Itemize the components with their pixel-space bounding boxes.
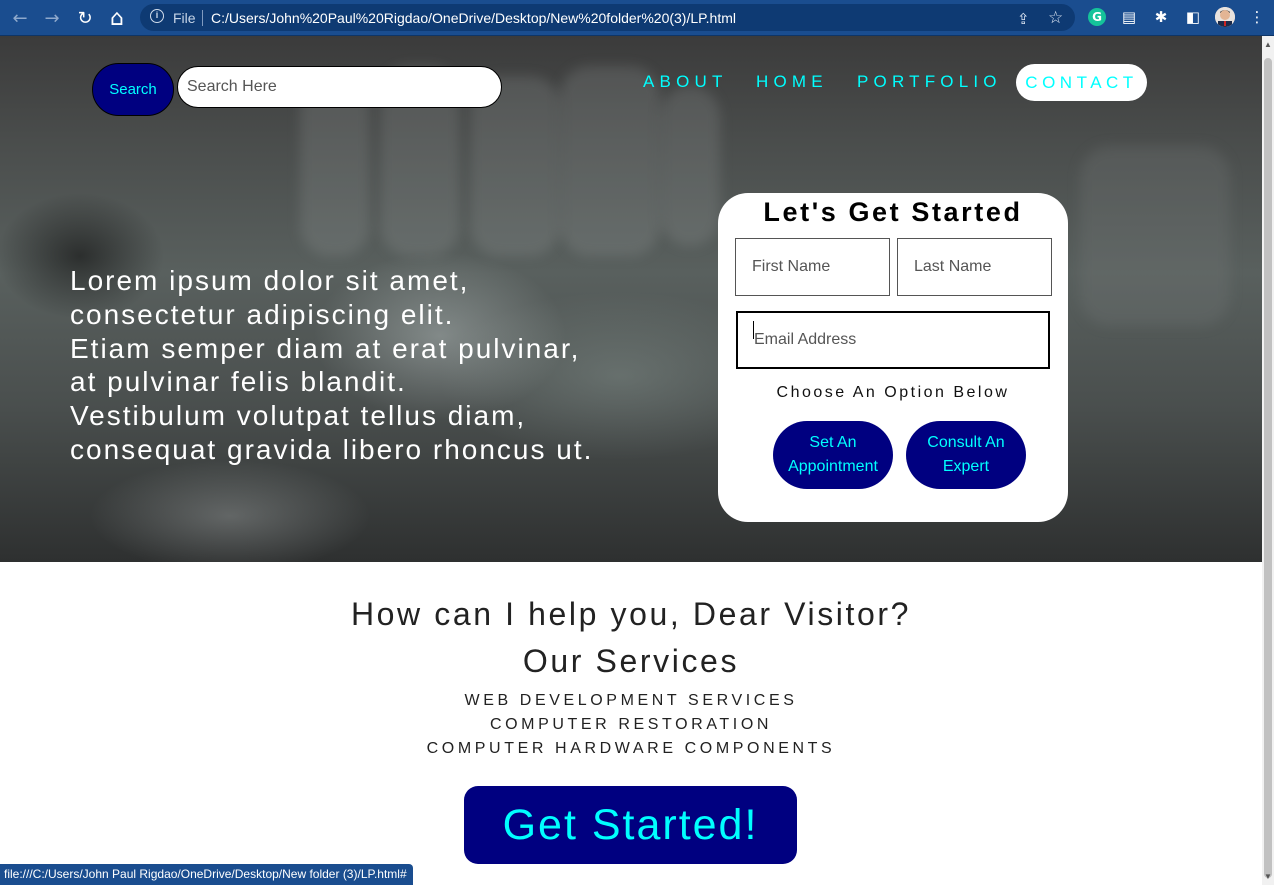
hero-line: consectetur adipiscing elit. (70, 298, 455, 330)
file-label: File (173, 10, 196, 26)
reload-icon[interactable]: ↻ (73, 6, 97, 30)
home-icon[interactable]: ⌂ (105, 6, 129, 31)
consult-expert-button[interactable]: Consult An Expert (906, 421, 1026, 489)
divider (202, 10, 203, 26)
last-name-field[interactable] (897, 238, 1052, 296)
set-appointment-button[interactable]: Set An Appointment (773, 421, 893, 489)
save-icon[interactable]: ▤ (1119, 7, 1139, 27)
share-icon[interactable]: ⇪ (1017, 10, 1030, 28)
background-decoration (1080, 146, 1230, 326)
signup-card: Let's Get Started Choose An Option Below… (718, 193, 1068, 522)
button-label: Consult An Expert (927, 434, 1005, 475)
hero-line: at pulvinar felis blandit. (70, 366, 407, 398)
scroll-down-icon[interactable]: ▼ (1264, 872, 1272, 881)
service-item: WEB DEVELOPMENT SERVICES (464, 692, 798, 709)
email-field[interactable] (736, 311, 1050, 369)
hero-line: Vestibulum volutpat tellus diam, (70, 400, 527, 432)
hero-line: consequat gravida libero rhoncus ut. (70, 433, 594, 465)
nav-contact[interactable]: CONTACT (1016, 64, 1147, 101)
extensions-icon[interactable]: ✱ (1151, 7, 1171, 27)
service-item: COMPUTER RESTORATION (489, 716, 773, 733)
card-title: Let's Get Started (763, 197, 1023, 227)
back-icon[interactable]: ← (8, 6, 32, 30)
first-name-field[interactable] (735, 238, 890, 296)
forward-icon[interactable]: → (40, 6, 64, 30)
person-icon (1215, 7, 1235, 27)
search-button[interactable]: Search (92, 63, 174, 116)
background-decoration (560, 66, 660, 256)
background-decoration (660, 86, 720, 246)
scroll-thumb[interactable] (1264, 58, 1272, 878)
profile-avatar[interactable] (1215, 7, 1235, 27)
get-started-button[interactable]: Get Started! (464, 786, 797, 864)
status-bar: file:///C:/Users/John Paul Rigdao/OneDri… (0, 864, 413, 885)
scrollbar[interactable]: ▲ ▼ (1262, 36, 1274, 885)
browser-toolbar: ← → ↻ ⌂ i File C:/Users/John%20Paul%20Ri… (0, 0, 1274, 36)
info-icon[interactable]: i (150, 9, 164, 23)
search-input[interactable] (177, 66, 502, 108)
nav-portfolio[interactable]: PORTFOLIO (857, 72, 1002, 92)
url-text[interactable]: C:/Users/John%20Paul%20Rigdao/OneDrive/D… (211, 10, 736, 26)
hero-line: Lorem ipsum dolor sit amet, (70, 265, 470, 296)
side-panel-icon[interactable]: ◧ (1183, 7, 1203, 27)
grammarly-icon[interactable]: G (1088, 8, 1106, 26)
text-caret (753, 321, 754, 339)
hero-text: Lorem ipsum dolor sit amet, consectetur … (70, 264, 670, 467)
service-item: COMPUTER HARDWARE COMPONENTS (426, 740, 836, 757)
help-heading: How can I help you, Dear Visitor? (350, 596, 912, 632)
button-label: Set An Appointment (788, 434, 878, 475)
hero-line: Etiam semper diam at erat pulvinar, (70, 332, 581, 364)
choose-option-label: Choose An Option Below (776, 384, 1010, 401)
menu-icon[interactable]: ⋮ (1247, 7, 1267, 27)
nav-about[interactable]: ABOUT (643, 72, 728, 92)
nav-home[interactable]: HOME (756, 72, 828, 92)
address-bar[interactable]: i File C:/Users/John%20Paul%20Rigdao/One… (140, 4, 1075, 31)
scroll-up-icon[interactable]: ▲ (1264, 40, 1272, 49)
star-icon[interactable]: ☆ (1048, 8, 1063, 28)
services-title: Our Services (522, 643, 740, 679)
hero-section: Search ABOUT HOME PORTFOLIO CONTACT Lore… (0, 36, 1262, 562)
